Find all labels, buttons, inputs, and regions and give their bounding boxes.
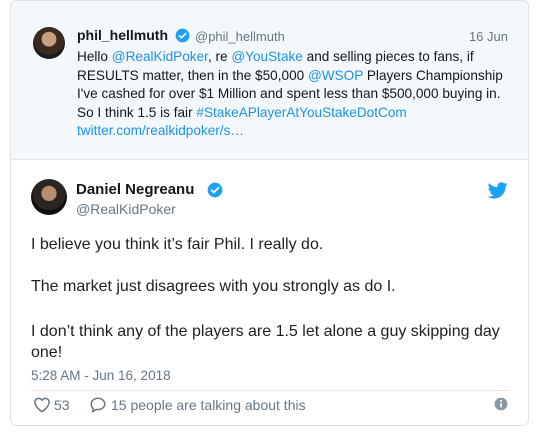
mention-link[interactable]: @YouStake	[231, 49, 303, 64]
author-avatar[interactable]	[31, 179, 67, 215]
tweet-paragraph: I believe you think it’s fair Phil. I re…	[31, 236, 324, 253]
quoted-date[interactable]: 16 Jun	[469, 29, 508, 44]
quoted-text-part: Hello	[77, 49, 112, 64]
quoted-tweet[interactable]: phil_hellmuth @phil_hellmuth 16 Jun Hell…	[11, 1, 528, 160]
embedded-tweet-card: phil_hellmuth @phil_hellmuth 16 Jun Hell…	[10, 0, 529, 426]
divider	[31, 390, 508, 391]
tweet-timestamp[interactable]: 5:28 AM - Jun 16, 2018	[31, 368, 171, 383]
heart-icon[interactable]	[33, 396, 51, 418]
quoted-text-part: , re	[207, 49, 232, 64]
twitter-bird-icon[interactable]	[487, 182, 508, 204]
like-count[interactable]: 53	[54, 397, 70, 413]
verified-badge-icon	[207, 182, 223, 203]
quoted-tweet-text: Hello @RealKidPoker, re @YouStake and se…	[77, 48, 509, 141]
info-icon[interactable]	[494, 397, 508, 416]
mention-link[interactable]: @WSOP	[308, 68, 363, 83]
comment-bubble-icon[interactable]	[89, 396, 107, 419]
author-handle[interactable]: @RealKidPoker	[76, 201, 176, 217]
quoted-author-name[interactable]: phil_hellmuth	[77, 27, 168, 43]
author-name[interactable]: Daniel Negreanu	[76, 181, 194, 198]
mention-link[interactable]: @RealKidPoker	[112, 49, 208, 64]
hashtag-link[interactable]: #StakeAPlayerAtYouStakeDotCom	[196, 105, 406, 120]
conversation-link[interactable]: 15 people are talking about this	[111, 397, 306, 413]
url-link[interactable]: twitter.com/realkidpoker/s…	[77, 123, 244, 138]
tweet-paragraph: I don’t think any of the players are 1.5…	[31, 323, 500, 361]
tweet-paragraph: The market just disagrees with you stron…	[31, 278, 396, 295]
verified-badge-icon	[175, 28, 190, 48]
quoted-author-handle[interactable]: @phil_hellmuth	[195, 29, 285, 44]
quoted-avatar[interactable]	[33, 27, 65, 59]
